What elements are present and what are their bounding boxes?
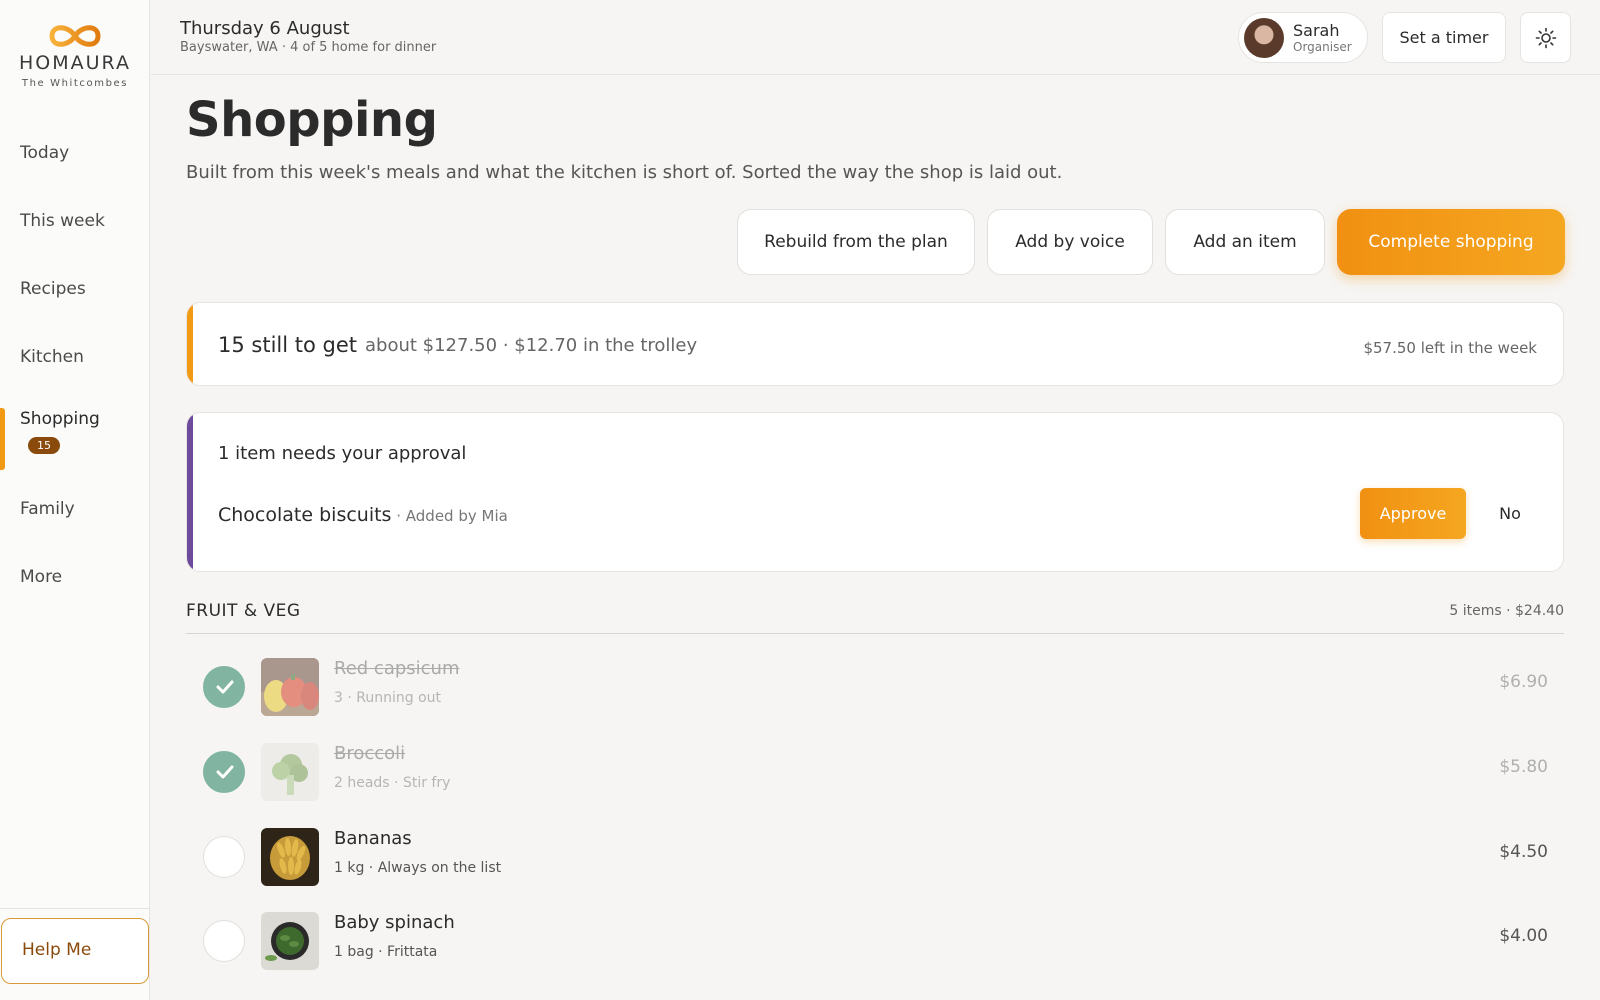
approval-card: 1 item needs your approval Chocolate bis… <box>186 412 1564 572</box>
sidebar-item-shopping[interactable]: Shopping 15 <box>0 409 150 454</box>
list-item: Bananas 1 kg · Always on the list $4.50 <box>186 816 1564 896</box>
reject-button[interactable]: No <box>1480 488 1540 539</box>
sidebar-item-more[interactable]: More <box>0 567 150 587</box>
check-icon <box>216 680 234 694</box>
list-item: Baby spinach 1 bag · Frittata $4.00 <box>186 900 1564 980</box>
sun-icon <box>1535 27 1557 49</box>
bananas-image <box>261 828 319 886</box>
avatar <box>1244 18 1284 58</box>
brand-name: HOMAURA <box>19 52 131 74</box>
sidebar-item-this-week[interactable]: This week <box>0 211 150 231</box>
cost-estimate: about $127.50 · $12.70 in the trolley <box>365 335 698 356</box>
sidebar-item-today[interactable]: Today <box>0 143 150 163</box>
shopping-count-badge: 15 <box>28 437 60 454</box>
approve-button[interactable]: Approve <box>1360 488 1466 539</box>
infinity-logo-icon <box>49 25 101 47</box>
sidebar-item-kitchen[interactable]: Kitchen <box>0 347 150 367</box>
section-title: FRUIT & VEG <box>186 601 301 621</box>
page-description: Built from this week's meals and what th… <box>186 162 1063 183</box>
family-name: The Whitcombes <box>21 78 129 89</box>
approval-item-name: Chocolate biscuits <box>218 504 392 526</box>
set-timer-button[interactable]: Set a timer <box>1382 12 1506 63</box>
item-name: Bananas <box>334 828 412 849</box>
sidebar-divider <box>0 908 150 909</box>
shopping-summary-card: 15 still to get about $127.50 · $12.70 i… <box>186 302 1564 386</box>
sidebar-item-family[interactable]: Family <box>0 499 150 519</box>
item-price: $5.80 <box>1499 757 1548 777</box>
section-summary: 5 items · $24.40 <box>1449 603 1564 619</box>
item-price: $4.50 <box>1499 842 1548 862</box>
red-capsicum-image <box>261 658 319 716</box>
item-details: 3 · Running out <box>334 690 442 706</box>
top-bar: Thursday 6 August Bayswater, WA · 4 of 5… <box>151 0 1600 75</box>
location-status: Bayswater, WA · 4 of 5 home for dinner <box>180 40 437 55</box>
user-role: Organiser <box>1293 40 1352 54</box>
complete-shopping-button[interactable]: Complete shopping <box>1337 209 1565 275</box>
items-remaining: 15 still to get <box>218 333 357 357</box>
list-item: Red capsicum 3 · Running out $6.90 <box>186 646 1564 726</box>
item-name: Broccoli <box>334 743 406 764</box>
item-price: $6.90 <box>1499 672 1548 692</box>
approval-added-by: · Added by Mia <box>391 507 508 525</box>
item-name: Red capsicum <box>334 658 460 679</box>
section-header-fruit-veg: FRUIT & VEG 5 items · $24.40 <box>186 598 1564 634</box>
add-by-voice-button[interactable]: Add by voice <box>987 209 1153 275</box>
current-date: Thursday 6 August <box>180 18 350 39</box>
item-checkbox[interactable] <box>203 920 245 962</box>
item-price: $4.00 <box>1499 926 1548 946</box>
item-checkbox[interactable] <box>203 666 245 708</box>
sidebar-item-label: Shopping <box>20 409 100 429</box>
item-checkbox[interactable] <box>203 751 245 793</box>
summary-accent <box>187 303 193 385</box>
baby-spinach-image <box>261 912 319 970</box>
rebuild-from-plan-button[interactable]: Rebuild from the plan <box>737 209 975 275</box>
item-details: 2 heads · Stir fry <box>334 775 451 791</box>
add-item-button[interactable]: Add an item <box>1165 209 1325 275</box>
help-me-button[interactable]: Help Me <box>1 918 149 984</box>
page-title: Shopping <box>186 92 438 148</box>
brand-logo[interactable]: HOMAURA The Whitcombes <box>0 22 150 89</box>
check-icon <box>216 765 234 779</box>
approval-accent <box>187 413 193 571</box>
broccoli-image <box>261 743 319 801</box>
sidebar-item-recipes[interactable]: Recipes <box>0 279 150 299</box>
item-checkbox[interactable] <box>203 836 245 878</box>
item-details: 1 bag · Frittata <box>334 944 438 960</box>
sidebar: HOMAURA The Whitcombes Today This week R… <box>0 0 150 1000</box>
user-profile-chip[interactable]: Sarah Organiser <box>1238 12 1368 63</box>
budget-remaining: $57.50 left in the week <box>1363 339 1537 357</box>
user-name: Sarah <box>1293 21 1340 40</box>
item-details: 1 kg · Always on the list <box>334 860 502 876</box>
list-item: Broccoli 2 heads · Stir fry $5.80 <box>186 731 1564 811</box>
approval-title: 1 item needs your approval <box>218 443 467 464</box>
approval-item: Chocolate biscuits · Added by Mia <box>218 504 508 526</box>
item-name: Baby spinach <box>334 912 455 933</box>
theme-toggle-button[interactable] <box>1520 12 1571 63</box>
